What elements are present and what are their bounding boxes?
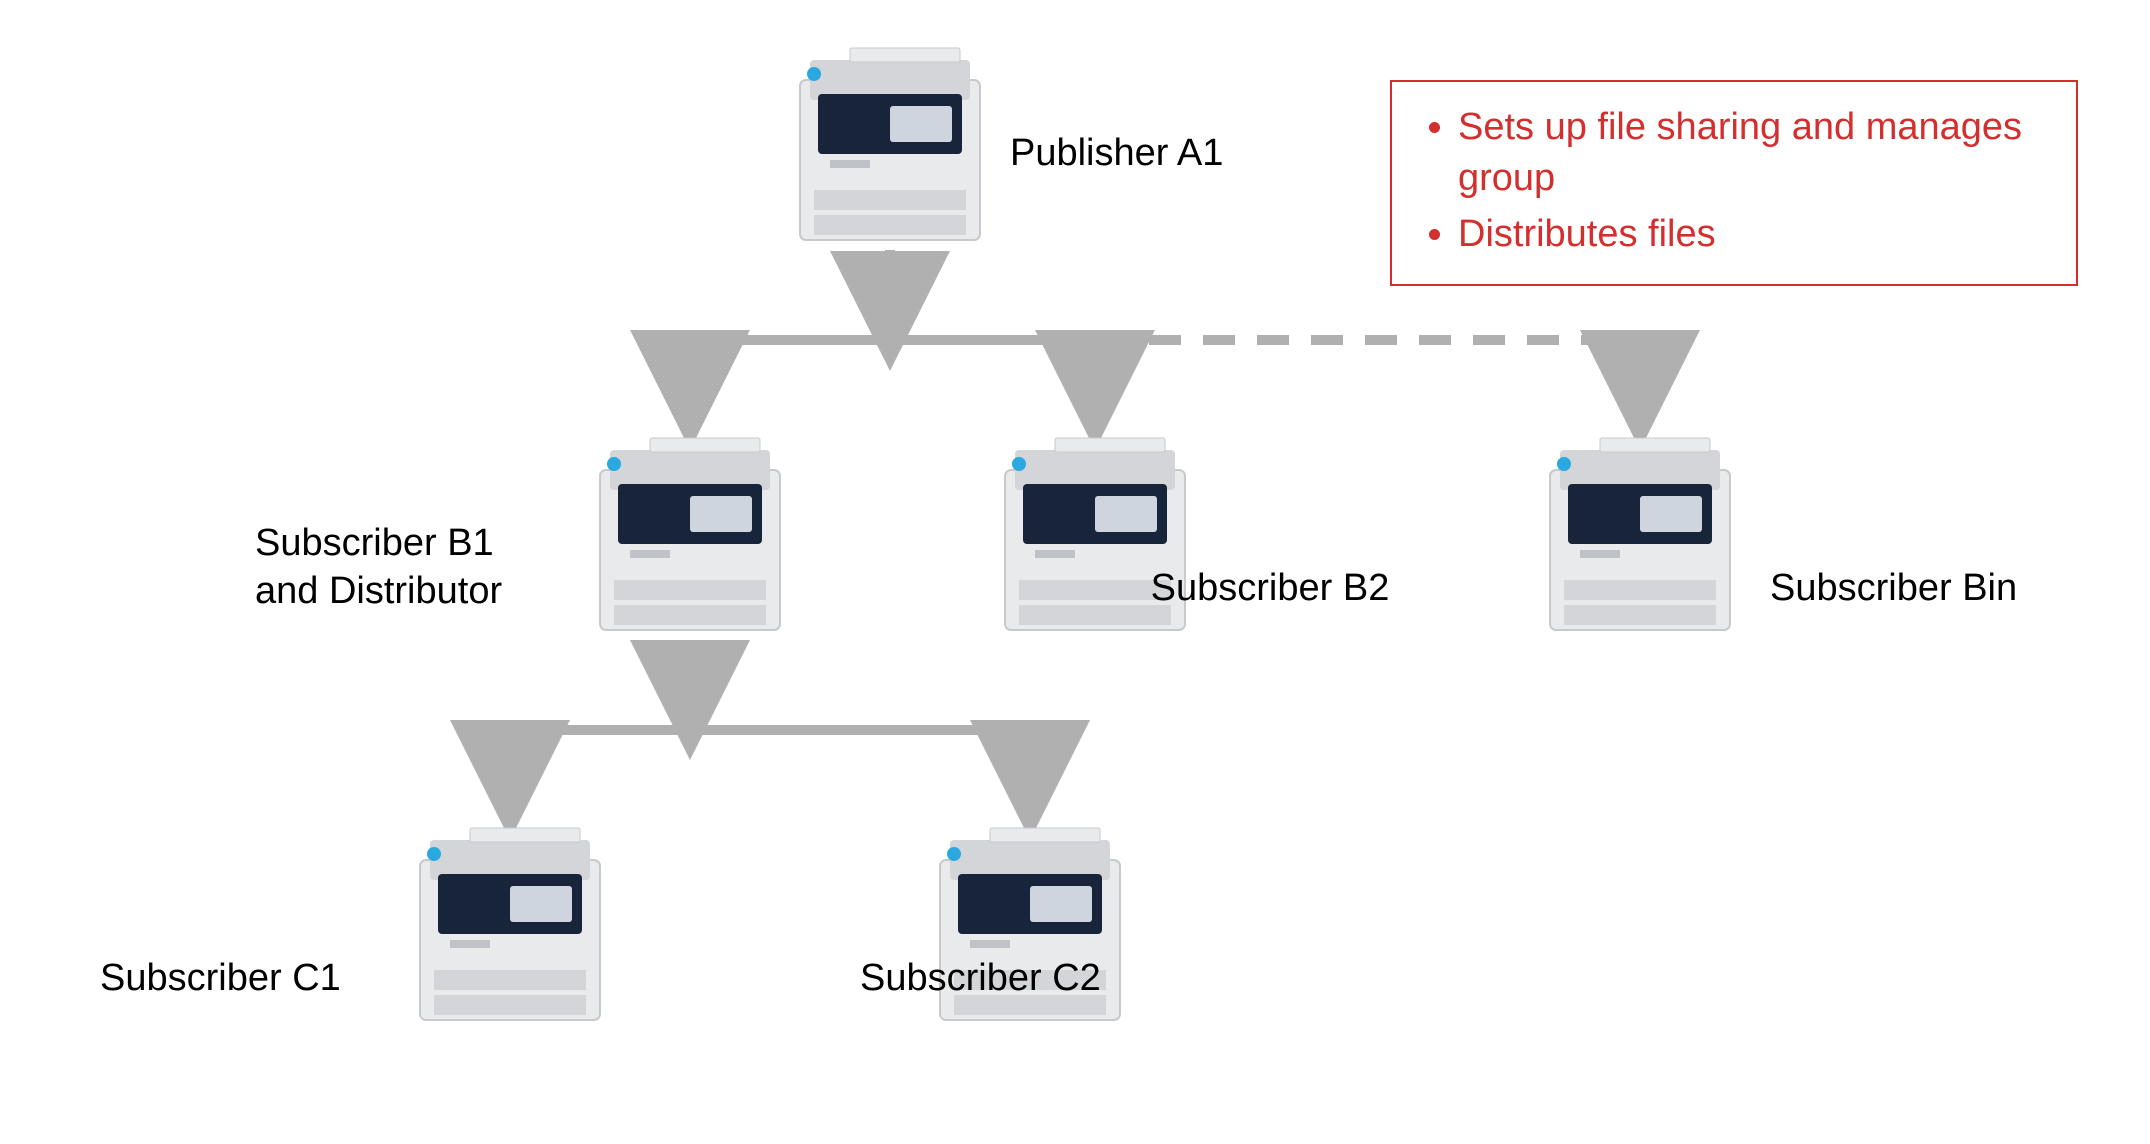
label-subscriber-b1-line1: Subscriber B1	[255, 522, 494, 564]
label-subscriber-c1: Subscriber C1	[100, 955, 341, 1003]
callout-item-1: Sets up file sharing and manages group	[1458, 102, 2046, 209]
label-subscriber-c2: Subscriber C2	[860, 955, 1101, 1003]
node-subscriber-c1	[410, 800, 610, 1030]
callout-item-2: Distributes files	[1458, 209, 2046, 264]
printer-icon	[790, 20, 990, 250]
node-subscriber-b1	[590, 410, 790, 640]
label-subscriber-bn: Subscriber Bin	[1770, 565, 2017, 613]
printer-icon	[410, 800, 610, 1030]
printer-icon	[590, 410, 790, 640]
node-subscriber-bn	[1540, 410, 1740, 640]
label-subscriber-b1-line2: and Distributor	[255, 570, 502, 612]
callout-box: Sets up file sharing and manages group D…	[1390, 80, 2078, 286]
label-subscriber-b2: Subscriber B2	[1151, 565, 1390, 613]
label-subscriber-b1: Subscriber B1 and Distributor	[255, 520, 502, 615]
label-publisher-a1: Publisher A1	[1010, 130, 1223, 178]
printer-icon	[1540, 410, 1740, 640]
node-publisher-a1	[790, 20, 990, 250]
diagram-canvas: Publisher A1 Subscriber B1 and Distribut…	[0, 0, 2150, 1144]
